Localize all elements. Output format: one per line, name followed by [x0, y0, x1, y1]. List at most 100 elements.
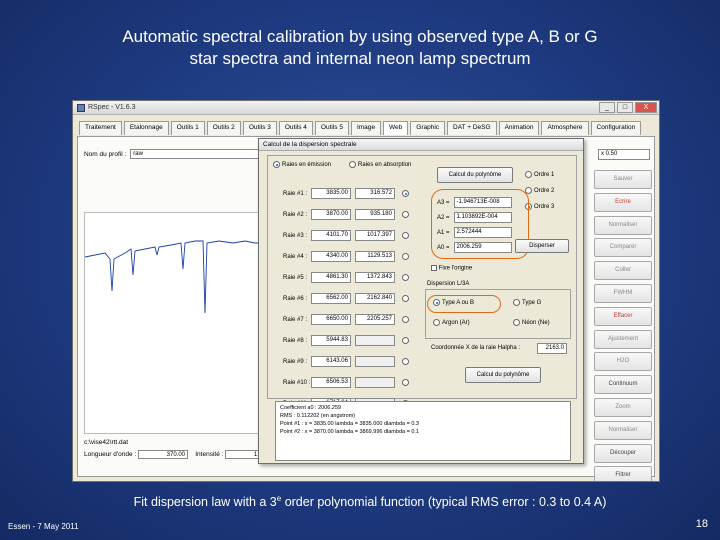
coord-label: Coordonnée X de la raie Halpha : — [431, 345, 521, 351]
raie-wave-input[interactable]: 1129.513 — [355, 251, 395, 262]
raie-pixel-input[interactable]: 6506.53 — [311, 377, 351, 388]
raie-label: Raie #10 : — [283, 379, 311, 386]
coefficient-input[interactable]: -1.946713E-008 — [453, 197, 512, 208]
emission-option[interactable]: Raies en émission — [273, 161, 331, 168]
raie-pixel-input[interactable]: 3835.00 — [311, 188, 351, 199]
raie-select-radio[interactable] — [402, 295, 409, 302]
order-label: Ordre 3 — [534, 204, 555, 211]
raie-select-radio[interactable] — [402, 379, 409, 386]
raie-pixel-input[interactable]: 6562.00 — [311, 293, 351, 304]
ajustement-button[interactable]: Ajustement — [594, 329, 652, 349]
type-label: Néon (Ne) — [522, 320, 550, 327]
console-line: Coefficient a0 : 2006.259 — [280, 405, 342, 411]
coefficient-row: A0 = 2006.259 — [437, 242, 512, 253]
raie-wave-input[interactable]: 1372.843 — [355, 272, 395, 283]
ecrire-button[interactable]: Ecrire — [594, 192, 652, 212]
h2o-button[interactable]: H2O — [594, 352, 652, 372]
comparer-button[interactable]: Comparer — [594, 238, 652, 258]
raie-wave-input[interactable]: 2205.257 — [355, 314, 395, 325]
raie-select-radio[interactable] — [402, 358, 409, 365]
tab-outils-5[interactable]: Outils 5 — [314, 121, 349, 135]
raie-select-radio[interactable] — [402, 190, 409, 197]
order-option[interactable]: Ordre 3 — [525, 203, 554, 219]
effacer-button[interactable]: Effacer — [594, 306, 652, 326]
absorption-option[interactable]: Raies en absorption — [349, 161, 411, 168]
close-button[interactable]: X — [635, 102, 657, 113]
order-option[interactable]: Ordre 2 — [525, 187, 554, 203]
tab-dat-desg[interactable]: DAT + DeSG — [447, 121, 497, 135]
tab-outils-4[interactable]: Outils 4 — [278, 121, 313, 135]
raie-wave-input[interactable]: 1017.397 — [355, 230, 395, 241]
longueur-value: 370.00 — [138, 450, 189, 459]
raie-wave-input[interactable]: 2162.840 — [355, 293, 395, 304]
footer-date: Essen - 7 May 2011 — [8, 522, 79, 531]
raie-label: Raie #6 : — [283, 295, 308, 302]
raie-wave-input[interactable]: 316.572 — [355, 188, 395, 199]
coefficient-label: A0 = — [437, 244, 450, 251]
raie-wave-input[interactable] — [355, 377, 395, 388]
tab-traitement[interactable]: Traitement — [79, 121, 122, 135]
d-couper-button[interactable]: Découper — [594, 443, 652, 463]
raie-wave-input[interactable] — [355, 335, 395, 346]
type-option[interactable]: Argon (Ar) — [433, 319, 470, 326]
zoom-button[interactable]: Zoom — [594, 397, 652, 417]
console-line: Point #1 : x = 3835.00 lambda = 3835.000… — [280, 421, 419, 427]
coller-button[interactable]: Coller — [594, 261, 652, 281]
raie-pixel-input[interactable]: 3870.00 — [311, 209, 351, 220]
order-option[interactable]: Ordre 1 — [525, 171, 554, 187]
coefficient-input[interactable]: 2.572444 — [453, 227, 512, 238]
raie-pixel-input[interactable]: 6650.00 — [311, 314, 351, 325]
tab-outils-2[interactable]: Outils 2 — [206, 121, 241, 135]
type-option[interactable]: Type A ou B — [433, 299, 474, 306]
sauver-button[interactable]: Sauver — [594, 170, 652, 189]
raie-pixel-input[interactable]: 4101.70 — [311, 230, 351, 241]
coord-input[interactable]: 2163.0 — [537, 343, 567, 354]
filtrer-button[interactable]: Filtrer — [594, 466, 652, 481]
normaliser-button[interactable]: Normaliser — [594, 215, 652, 235]
calc-poly-top-button[interactable]: Calcul du polynôme — [437, 167, 513, 183]
coefficient-input[interactable]: 2006.259 — [453, 242, 512, 253]
tab-graphic[interactable]: Graphic — [410, 121, 446, 135]
raie-wave-input[interactable]: 935.180 — [355, 209, 395, 220]
tab-configuration[interactable]: Configuration — [590, 121, 642, 135]
tab-outils-1[interactable]: Outils 1 — [170, 121, 205, 135]
raie-pixel-input[interactable]: 5944.83 — [311, 335, 351, 346]
fwhm-button[interactable]: FWHM — [594, 283, 652, 303]
tab-image[interactable]: Image — [350, 121, 382, 135]
raie-pixel-input[interactable]: 4340.00 — [311, 251, 351, 262]
raie-row: Raie #7 :6650.00 2205.257 — [283, 309, 411, 330]
tab-animation[interactable]: Animation — [498, 121, 540, 135]
fix-origin-option[interactable]: Fixe l'origine — [431, 265, 472, 272]
calc-poly-button[interactable]: Calcul du polynôme — [465, 367, 541, 383]
raie-select-radio[interactable] — [402, 274, 409, 281]
tab-outils-3[interactable]: Outils 3 — [242, 121, 277, 135]
result-console[interactable]: Coefficient a0 : 2006.259 RMS : 0.112202 … — [275, 401, 571, 461]
coefficient-label: A3 = — [437, 199, 450, 206]
minimize-button[interactable]: _ — [599, 102, 615, 113]
raie-row: Raie #8 :5944.83 — [283, 330, 411, 351]
disperser-button[interactable]: Disperser — [515, 239, 569, 253]
tab-etalonnage[interactable]: Etalonnage — [123, 121, 169, 135]
spectrum-plot[interactable] — [84, 212, 267, 434]
tab-web[interactable]: Web — [383, 121, 409, 135]
normaliser-button[interactable]: Normaliser — [594, 420, 652, 440]
type-option[interactable]: Néon (Ne) — [513, 319, 550, 326]
raie-select-radio[interactable] — [402, 232, 409, 239]
continuum-button[interactable]: Continuum — [594, 375, 652, 395]
coefficient-input[interactable]: 1.103892E-004 — [453, 212, 512, 223]
raie-select-radio[interactable] — [402, 316, 409, 323]
console-line: Point #2 : x = 3870.00 lambda = 3869.996… — [280, 429, 419, 435]
raie-pixel-input[interactable]: 4861.30 — [311, 272, 351, 283]
tab-atmosphere[interactable]: Atmosphere — [541, 121, 589, 135]
raie-select-radio[interactable] — [402, 337, 409, 344]
profile-input[interactable]: raw — [130, 149, 261, 159]
maximize-button[interactable]: □ — [617, 102, 633, 113]
raie-pixel-input[interactable]: 6143.06 — [311, 356, 351, 367]
raie-select-radio[interactable] — [402, 253, 409, 260]
radio-icon — [349, 161, 357, 168]
coefficient-label: A2 = — [437, 214, 450, 221]
raie-wave-input[interactable] — [355, 356, 395, 367]
raie-select-radio[interactable] — [402, 211, 409, 218]
type-option[interactable]: Type G — [513, 299, 541, 306]
zoom-dropdown[interactable]: x 0.50 — [598, 149, 650, 160]
